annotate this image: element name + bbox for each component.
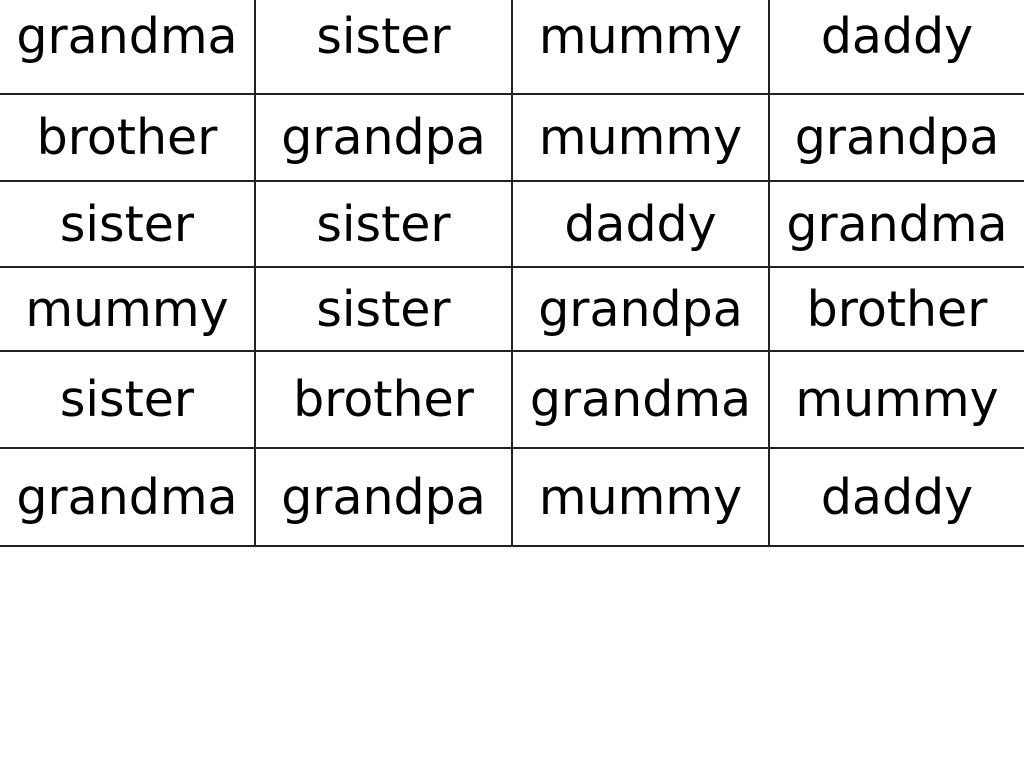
table-cell: mummy <box>511 93 770 182</box>
table-row: brother grandpa mummy grandpa <box>0 93 1024 182</box>
table-cell: mummy <box>768 350 1024 449</box>
table-cell: grandma <box>768 180 1024 268</box>
table-cell: mummy <box>511 447 770 547</box>
table-cell: grandpa <box>254 93 513 182</box>
table-cell: grandma <box>0 0 256 95</box>
table-cell: sister <box>0 350 256 449</box>
table-row: grandma grandpa mummy daddy <box>0 447 1024 547</box>
table-row: sister sister daddy grandma <box>0 180 1024 268</box>
table-cell: daddy <box>768 447 1024 547</box>
table-row: sister brother grandma mummy <box>0 350 1024 449</box>
table-cell: grandpa <box>254 447 513 547</box>
table-cell: grandma <box>511 350 770 449</box>
table-cell: sister <box>254 266 513 352</box>
table-row: grandma sister mummy daddy <box>0 0 1024 95</box>
word-table: grandma sister mummy daddy brother grandpa mum… <box>0 0 1024 547</box>
table-row: mummy sister grandpa brother <box>0 266 1024 352</box>
table-cell: brother <box>254 350 513 449</box>
table-cell: mummy <box>511 0 770 95</box>
table-cell: brother <box>768 266 1024 352</box>
table-cell: sister <box>0 180 256 268</box>
table-cell: sister <box>254 180 513 268</box>
table-cell: daddy <box>768 0 1024 95</box>
table-cell: sister <box>254 0 513 95</box>
table-cell: daddy <box>511 180 770 268</box>
table-cell: grandma <box>0 447 256 547</box>
table-cell: mummy <box>0 266 256 352</box>
table-cell: grandpa <box>511 266 770 352</box>
table-cell: brother <box>0 93 256 182</box>
table-cell: grandpa <box>768 93 1024 182</box>
